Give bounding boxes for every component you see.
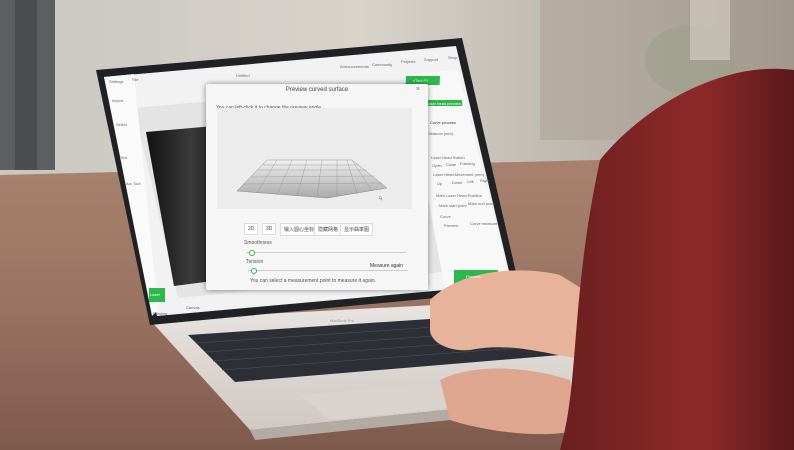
process-label[interactable]: Process <box>466 274 480 279</box>
switch-close[interactable]: Close <box>446 162 456 167</box>
mark-start[interactable]: Mark start point <box>439 203 467 208</box>
nav-community[interactable]: Community <box>372 62 392 67</box>
cursor-icon <box>378 195 383 201</box>
curved-surface-render <box>236 159 388 201</box>
menu-file[interactable]: File <box>132 77 138 82</box>
tab-center-coords[interactable]: 输入圆心坐标 <box>280 223 319 236</box>
tool-arc[interactable]: Arc Tool <box>126 181 140 186</box>
switch-open[interactable]: Open <box>432 163 442 168</box>
tension-track <box>248 270 408 271</box>
tension-label: Tension <box>246 259 264 265</box>
smoothness-slider[interactable] <box>249 250 256 256</box>
menu-settings[interactable]: Settings <box>109 79 123 84</box>
laptop-brand: MacBook Pro <box>330 318 355 323</box>
canvas-tab[interactable]: Canvas <box>186 305 200 310</box>
curve-label: Curve <box>440 214 451 219</box>
move-right[interactable]: Right <box>480 178 489 183</box>
distance-label: Distance (mm) <box>427 131 454 136</box>
app-title: Untitled <box>236 73 250 78</box>
nav-projects[interactable]: Projects <box>401 59 415 64</box>
move-left[interactable]: Left <box>467 179 474 184</box>
tab-curvature-map[interactable]: 显示曲率图 <box>340 223 374 236</box>
curve-preview[interactable]: Preview <box>444 223 458 228</box>
surface-preview[interactable] <box>217 108 412 209</box>
curve-measure[interactable]: Curve measure <box>470 221 497 226</box>
smoothness-label: Smoothness <box>244 240 272 246</box>
mark-position-label: Mark Laser Head Position <box>436 193 483 198</box>
tab-hide-grid[interactable]: 隐藏网格 <box>314 223 343 236</box>
move-up[interactable]: Up <box>437 181 442 186</box>
nav-shop[interactable]: Shop <box>448 55 457 60</box>
preview-button-label[interactable]: Preview <box>153 311 167 316</box>
mark-end[interactable]: Mark end point <box>468 201 494 206</box>
tab-2d[interactable]: 2D <box>244 223 259 235</box>
laser-switch-label: Laser Head Switch <box>431 155 465 160</box>
tool-text[interactable]: Text <box>120 155 127 160</box>
switch-framing[interactable]: Framing <box>460 161 475 166</box>
smoothness-track <box>246 252 406 253</box>
tension-slider[interactable] <box>251 268 258 274</box>
nav-announcements[interactable]: Announcements <box>340 64 369 69</box>
measure-hint: You can select a measurement point to me… <box>250 278 377 284</box>
move-down[interactable]: Down <box>452 180 462 185</box>
tool-select[interactable]: Select <box>116 122 127 127</box>
close-icon[interactable]: × <box>416 86 420 93</box>
dialog-title: Preview curved surface <box>285 87 349 93</box>
laser-move-label: Laser Head Movement (mm) <box>433 172 484 177</box>
preview-curved-surface-dialog: Preview curved surface × You can left-cl… <box>206 84 428 290</box>
nav-support[interactable]: Support <box>424 57 438 62</box>
curve-process-label: Curve process <box>430 120 456 125</box>
laser-head-preview-label[interactable]: Laser head preview <box>426 101 461 106</box>
measure-again-button[interactable]: Measure again <box>370 263 403 269</box>
laser-button-label[interactable]: Laser <box>150 292 160 297</box>
device-name[interactable]: xTool F1 <box>413 78 428 83</box>
tab-3d[interactable]: 3D <box>262 223 277 235</box>
tool-import[interactable]: Import <box>112 98 123 103</box>
